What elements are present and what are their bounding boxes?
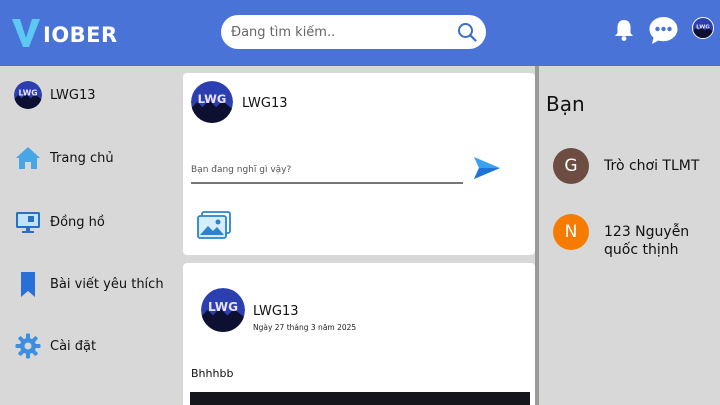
post-date: Ngày 27 tháng 3 năm 2025 — [253, 323, 357, 332]
post-media[interactable] — [190, 392, 530, 405]
search-input[interactable] — [231, 15, 451, 49]
sidebar-profile[interactable]: LWG LWG13 — [14, 81, 96, 109]
chat-icon[interactable] — [648, 15, 679, 46]
clock-monitor-icon — [16, 212, 40, 233]
send-icon[interactable] — [472, 153, 502, 183]
post-body: Bhhhbb — [191, 367, 234, 380]
photo-icon[interactable] — [197, 211, 231, 239]
avatar-logo-text: LWG — [208, 300, 238, 314]
logo-v-icon — [12, 19, 40, 47]
avatar-logo-text: LWG — [18, 89, 37, 98]
sidebar-item-home[interactable]: Trang chủ — [14, 144, 114, 172]
avatar-logo-text: LWG — [198, 92, 227, 106]
sidebar-profile-name: LWG13 — [50, 87, 96, 103]
avatar[interactable]: LWG — [692, 17, 714, 39]
bell-icon[interactable] — [613, 18, 635, 42]
post-composer: LWG LWG13 — [183, 73, 535, 255]
bookmark-icon — [21, 272, 35, 297]
sidebar-item-clock[interactable]: Đồng hồ — [14, 208, 105, 236]
lwg-avatar-image: LWG — [201, 288, 245, 332]
friend-name: 123 Nguyễn quốc thịnh — [604, 224, 690, 258]
friend-item[interactable]: N 123 Nguyễn quốc thịnh — [553, 214, 716, 259]
gear-icon — [15, 333, 41, 359]
post-author[interactable]: LWG13 — [253, 304, 299, 319]
profile-avatar: LWG — [14, 81, 42, 109]
search-icon[interactable] — [457, 22, 477, 42]
composer-username: LWG13 — [242, 96, 288, 111]
friends-title: Bạn — [546, 92, 585, 116]
sidebar-item-label: Cài đặt — [50, 338, 97, 354]
status-input[interactable] — [191, 158, 463, 184]
avatar[interactable]: LWG — [201, 288, 245, 332]
post-card: LWG LWG13 Ngày 27 tháng 3 năm 2025 Bhhhb… — [183, 263, 535, 405]
sidebar-item-label: Trang chủ — [50, 150, 114, 166]
sidebar-item-settings[interactable]: Cài đặt — [14, 332, 96, 360]
avatar-logo-text: LWG — [696, 25, 710, 31]
friend-avatar: N — [553, 214, 589, 250]
search-bar[interactable] — [221, 15, 486, 49]
friend-item[interactable]: G Trò chơi TLMT — [553, 148, 699, 184]
lwg-avatar-image: LWG — [191, 81, 233, 123]
friend-avatar: G — [553, 148, 589, 184]
sidebar-item-label: Bài viết yêu thích — [50, 276, 164, 292]
friends-panel: Bạn G Trò chơi TLMT N 123 Nguyễn quốc th… — [539, 66, 720, 405]
sidebar-item-favorites[interactable]: Bài viết yêu thích — [14, 270, 164, 298]
logo-text: IOBER — [43, 22, 118, 47]
left-sidebar: LWG LWG13 Trang chủ Đồng hồ Bài viết yêu… — [0, 66, 180, 405]
avatar[interactable]: LWG — [191, 81, 233, 123]
lwg-avatar-image: LWG — [693, 18, 713, 38]
friend-name: Trò chơi TLMT — [604, 158, 700, 174]
sidebar-item-label: Đồng hồ — [50, 214, 105, 230]
lwg-avatar-image: LWG — [14, 81, 42, 109]
home-icon — [16, 147, 40, 169]
app-logo[interactable]: IOBER — [10, 13, 118, 53]
top-bar: IOBER LWG — [0, 0, 720, 66]
